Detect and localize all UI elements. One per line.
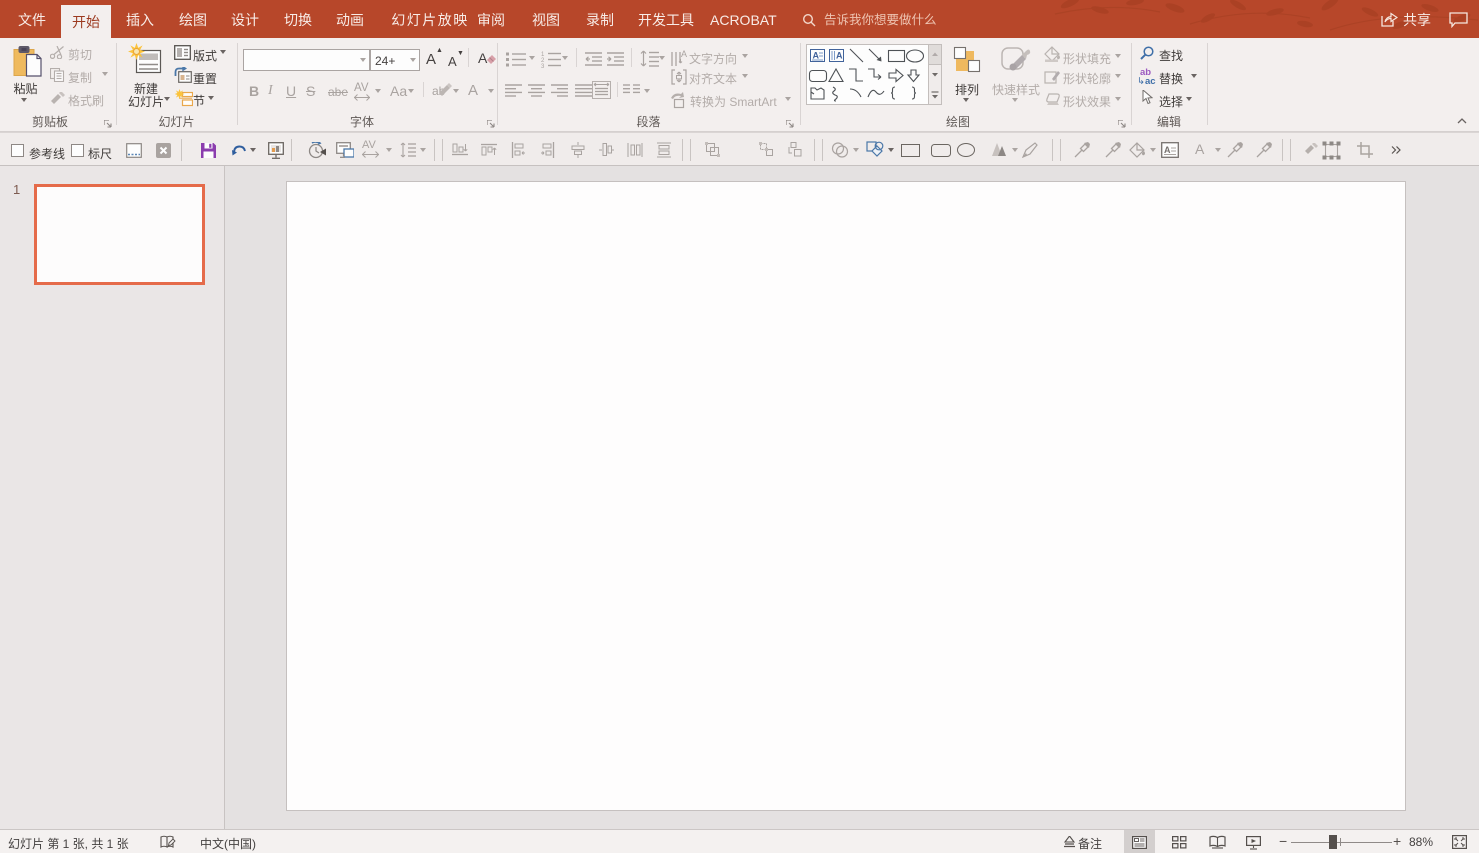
- svg-text:A: A: [681, 49, 687, 59]
- svg-text:A: A: [1164, 145, 1171, 155]
- svg-text:3: 3: [541, 64, 545, 68]
- svg-text:A: A: [813, 51, 820, 61]
- svg-text:A: A: [836, 51, 843, 61]
